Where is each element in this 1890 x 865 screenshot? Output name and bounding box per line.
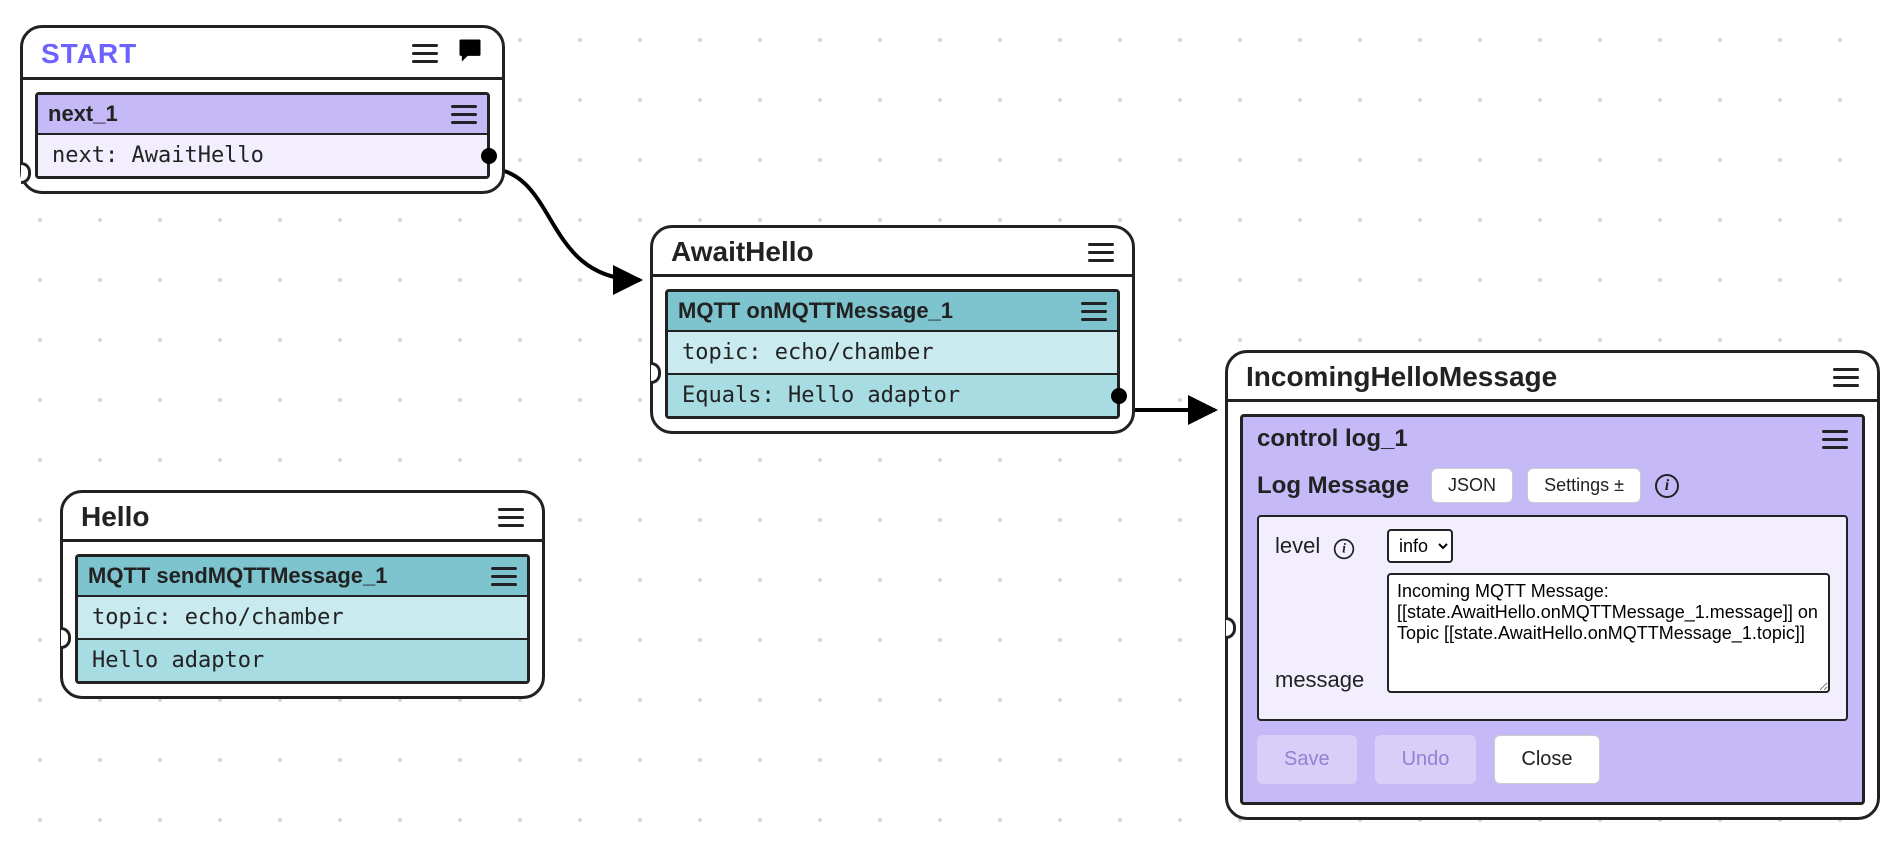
message-textarea[interactable] (1387, 573, 1830, 693)
hamburger-icon[interactable] (1081, 302, 1107, 321)
settings-button[interactable]: Settings ± (1527, 468, 1641, 503)
chat-icon[interactable] (456, 36, 484, 71)
block-row-text: next: AwaitHello (52, 143, 264, 168)
node-hello[interactable]: Hello MQTT sendMQTTMessage_1 topic: echo… (60, 490, 545, 699)
hamburger-icon[interactable] (491, 567, 517, 586)
node-hello-title: Hello (81, 501, 149, 533)
node-start[interactable]: START next_1 next: AwaitHello (20, 25, 505, 194)
hamburger-icon[interactable] (451, 105, 477, 124)
node-incoming-hello-message[interactable]: IncomingHelloMessage control log_1 Log M… (1225, 350, 1880, 820)
panel-form: level i info message (1257, 515, 1848, 721)
node-incoming-title: IncomingHelloMessage (1246, 361, 1557, 393)
message-label: message (1275, 663, 1375, 693)
block-next-1-title: next_1 (48, 101, 118, 127)
block-row[interactable]: Hello adaptor (78, 640, 527, 681)
hamburger-icon[interactable] (498, 508, 524, 527)
panel-title: control log_1 (1257, 425, 1408, 453)
block-title: MQTT onMQTTMessage_1 (678, 298, 953, 324)
panel-control-log[interactable]: control log_1 Log Message JSON Settings … (1240, 414, 1865, 805)
flow-canvas[interactable]: START next_1 next: AwaitHello (0, 0, 1890, 865)
json-button[interactable]: JSON (1431, 468, 1513, 503)
block-next-1[interactable]: next_1 next: AwaitHello (35, 92, 490, 179)
panel-section-label: Log Message (1257, 472, 1409, 500)
block-row[interactable]: topic: echo/chamber (78, 597, 527, 640)
node-await-hello-header[interactable]: AwaitHello (653, 228, 1132, 277)
info-icon[interactable]: i (1334, 539, 1354, 559)
block-send-mqtt-message[interactable]: MQTT sendMQTTMessage_1 topic: echo/chamb… (75, 554, 530, 684)
node-await-hello[interactable]: AwaitHello MQTT onMQTTMessage_1 topic: e… (650, 225, 1135, 434)
block-row[interactable]: topic: echo/chamber (668, 332, 1117, 375)
block-on-mqtt-message[interactable]: MQTT onMQTTMessage_1 topic: echo/chamber… (665, 289, 1120, 419)
block-row-text: Hello adaptor (92, 648, 264, 673)
hamburger-icon[interactable] (412, 44, 438, 63)
block-row[interactable]: next: AwaitHello (38, 135, 487, 176)
block-title: MQTT sendMQTTMessage_1 (88, 563, 388, 589)
block-row-text: Equals: Hello adaptor (682, 383, 960, 408)
level-label: level i (1275, 529, 1375, 561)
close-button[interactable]: Close (1494, 735, 1599, 784)
save-button[interactable]: Save (1257, 735, 1357, 784)
node-start-header[interactable]: START (23, 28, 502, 80)
node-incoming-header[interactable]: IncomingHelloMessage (1228, 353, 1877, 402)
port-out[interactable] (481, 148, 497, 164)
hamburger-icon[interactable] (1088, 243, 1114, 262)
block-row-text: topic: echo/chamber (92, 605, 344, 630)
node-hello-header[interactable]: Hello (63, 493, 542, 542)
port-out[interactable] (1111, 388, 1127, 404)
undo-button[interactable]: Undo (1375, 735, 1477, 784)
node-start-title: START (41, 38, 137, 70)
block-row-text: topic: echo/chamber (682, 340, 934, 365)
hamburger-icon[interactable] (1833, 368, 1859, 387)
info-icon[interactable]: i (1655, 474, 1679, 498)
node-await-hello-title: AwaitHello (671, 236, 814, 268)
block-row[interactable]: Equals: Hello adaptor (668, 375, 1117, 416)
level-select[interactable]: info (1387, 529, 1453, 563)
hamburger-icon[interactable] (1822, 430, 1848, 449)
